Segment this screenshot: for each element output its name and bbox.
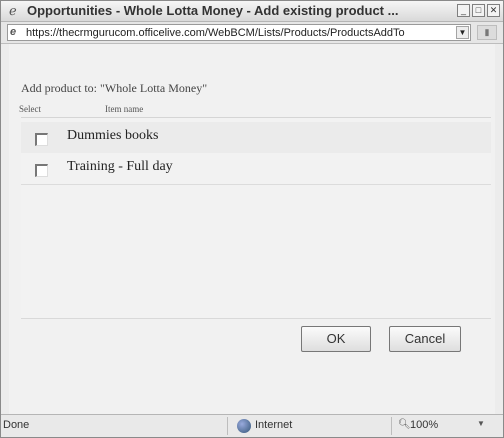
zoom-icon[interactable]: 🔍︎ bbox=[398, 419, 411, 430]
ie-page-icon: ℯ bbox=[9, 3, 17, 18]
browser-window: ℯ Opportunities - Whole Lotta Money - Ad… bbox=[0, 0, 504, 438]
cancel-button[interactable]: Cancel bbox=[389, 326, 461, 352]
ie-page-icon: e bbox=[10, 26, 17, 38]
window-title: Opportunities - Whole Lotta Money - Add … bbox=[27, 3, 399, 18]
column-header-item-name: Item name bbox=[105, 104, 144, 114]
chevron-down-icon[interactable]: ▼ bbox=[456, 26, 469, 39]
item-name: Dummies books bbox=[67, 128, 159, 143]
zoom-level[interactable]: 100% bbox=[410, 419, 438, 431]
select-checkbox[interactable] bbox=[35, 133, 48, 146]
status-text: Done bbox=[3, 419, 30, 431]
column-header-select: Select bbox=[19, 104, 41, 114]
ok-button[interactable]: OK bbox=[301, 326, 371, 352]
minimize-button[interactable]: _ bbox=[457, 4, 470, 17]
title-bar[interactable]: ℯ Opportunities - Whole Lotta Money - Ad… bbox=[1, 1, 503, 22]
maximize-button[interactable]: □ bbox=[472, 4, 485, 17]
address-bar: e https://thecrmgurucom.officelive.com/W… bbox=[1, 22, 503, 44]
add-to-label: Add product to: "Whole Lotta Money" bbox=[21, 81, 208, 95]
item-name: Training - Full day bbox=[67, 159, 173, 174]
status-divider bbox=[227, 417, 228, 435]
product-list: Dummies books Training - Full day bbox=[21, 117, 491, 319]
close-button[interactable]: ✕ bbox=[487, 4, 500, 17]
status-divider bbox=[391, 417, 392, 435]
select-checkbox[interactable] bbox=[35, 164, 48, 177]
status-bar: Done Internet 🔍︎ 100% ▼ bbox=[1, 414, 503, 437]
dialog-content: Add product to: "Whole Lotta Money" Sele… bbox=[9, 44, 495, 414]
security-zone-label: Internet bbox=[255, 419, 293, 431]
list-item: Training - Full day bbox=[21, 153, 491, 185]
lock-icon[interactable]: ▮ bbox=[477, 25, 497, 40]
url-text: https://thecrmgurucom.officelive.com/Web… bbox=[26, 27, 405, 39]
chevron-down-icon[interactable]: ▼ bbox=[477, 419, 485, 428]
list-item: Dummies books bbox=[21, 122, 491, 154]
globe-icon bbox=[237, 419, 251, 433]
url-field[interactable]: e https://thecrmgurucom.officelive.com/W… bbox=[7, 24, 471, 41]
